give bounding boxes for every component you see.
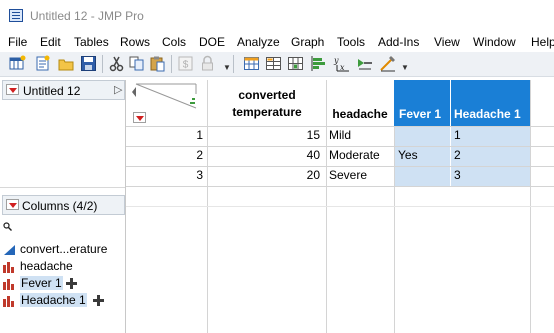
toolbar-separator xyxy=(171,55,172,73)
menu-graph[interactable]: Graph xyxy=(291,35,324,49)
panel-separator xyxy=(0,187,125,188)
red-triangle-menu-icon[interactable] xyxy=(6,199,19,210)
toolbar-separator xyxy=(233,55,234,73)
panel-collapse-icon[interactable]: ▷ xyxy=(114,83,122,96)
column-header-headache-1[interactable]: Headache 1 xyxy=(450,80,530,126)
column-header-converted-temperature[interactable]: converted temperature xyxy=(208,88,326,119)
cell-headache-1[interactable]: 1 xyxy=(454,128,528,142)
columns-count-label: Columns (4/2) xyxy=(22,199,98,213)
svg-text:y: y xyxy=(333,56,339,65)
title-bar: Untitled 12 - JMP Pro xyxy=(0,0,554,32)
grid-line xyxy=(394,126,395,333)
menu-bar: File Edit Tables Rows Cols DOE Analyze G… xyxy=(0,32,554,52)
menu-view[interactable]: View xyxy=(434,35,460,49)
nominal-icon xyxy=(3,279,14,290)
row-number[interactable]: 3 xyxy=(126,168,203,182)
column-search-field[interactable] xyxy=(3,219,123,233)
data-table-view-icon[interactable] xyxy=(243,55,260,72)
menu-help[interactable]: Help xyxy=(531,35,554,49)
menu-add-ins[interactable]: Add-Ins xyxy=(378,35,419,49)
grid-line xyxy=(126,186,554,187)
red-triangle-menu-icon[interactable] xyxy=(6,84,19,95)
table-name: Untitled 12 xyxy=(23,84,81,98)
column-label: Headache 1 xyxy=(20,293,87,307)
header-label: Fever 1 xyxy=(399,107,442,121)
row-number[interactable]: 1 xyxy=(126,128,203,142)
nominal-icon xyxy=(3,296,14,307)
column-list-item[interactable]: headache xyxy=(3,259,121,275)
grid-corner[interactable] xyxy=(126,80,207,126)
cut-icon[interactable] xyxy=(108,55,125,72)
run-script-icon: $ xyxy=(177,55,194,72)
move-cursor-icon xyxy=(66,278,77,289)
continuous-icon xyxy=(4,245,15,255)
grid-line xyxy=(126,146,554,147)
toolbar: $ ▼ yx ▼ xyxy=(0,52,554,77)
search-icon xyxy=(3,222,12,231)
column-list-item[interactable]: convert...erature xyxy=(3,242,121,258)
red-triangle-menu-icon[interactable] xyxy=(133,112,146,123)
cell-fever-1[interactable]: Yes xyxy=(398,148,448,162)
header-line: converted xyxy=(238,88,296,102)
columns-panel-header[interactable]: Columns (4/2) xyxy=(2,195,125,215)
svg-text:$: $ xyxy=(183,60,189,71)
cell-converted-temperature[interactable]: 15 xyxy=(208,128,320,142)
chevron-down-icon[interactable]: ▼ xyxy=(401,63,409,72)
menu-tables[interactable]: Tables xyxy=(74,35,109,49)
grid-line xyxy=(126,126,554,127)
cell-headache[interactable]: Severe xyxy=(329,168,393,182)
paste-icon[interactable] xyxy=(149,55,166,72)
lock-icon xyxy=(199,55,216,72)
cell-headache-1[interactable]: 2 xyxy=(454,148,528,162)
graph-builder-icon[interactable] xyxy=(379,55,396,72)
row-number[interactable]: 2 xyxy=(126,148,203,162)
header-line: temperature xyxy=(232,105,302,119)
data-grid: converted temperature headache Fever 1 H… xyxy=(126,80,554,333)
menu-rows[interactable]: Rows xyxy=(120,35,150,49)
copy-icon[interactable] xyxy=(128,55,145,72)
window-title: Untitled 12 - JMP Pro xyxy=(30,9,144,23)
toolbar-separator xyxy=(102,55,103,73)
cell-headache[interactable]: Mild xyxy=(329,128,393,142)
cell-headache[interactable]: Moderate xyxy=(329,148,393,162)
column-label: headache xyxy=(20,259,73,273)
menu-analyze[interactable]: Analyze xyxy=(237,35,280,49)
column-list-item[interactable]: Headache 1 xyxy=(3,293,121,309)
save-icon[interactable] xyxy=(80,55,97,72)
nominal-icon xyxy=(3,262,14,273)
cell-converted-temperature[interactable]: 40 xyxy=(208,148,320,162)
chevron-down-icon[interactable]: ▼ xyxy=(223,63,231,72)
menu-tools[interactable]: Tools xyxy=(337,35,365,49)
jmp-table-icon xyxy=(9,9,23,22)
table-panel-header[interactable]: Untitled 12 ▷ xyxy=(2,80,125,100)
column-header-headache[interactable]: headache xyxy=(326,107,394,121)
menu-cols[interactable]: Cols xyxy=(162,35,186,49)
column-label: Fever 1 xyxy=(20,276,63,290)
cell-converted-temperature[interactable]: 20 xyxy=(208,168,320,182)
menu-window[interactable]: Window xyxy=(473,35,516,49)
column-label: convert...erature xyxy=(20,242,108,256)
distribution-icon[interactable] xyxy=(310,55,327,72)
tabulate-icon[interactable] xyxy=(287,55,304,72)
fit-y-by-x-icon[interactable]: yx xyxy=(333,55,350,72)
column-list-item[interactable]: Fever 1 xyxy=(3,276,121,292)
menu-doe[interactable]: DOE xyxy=(199,35,225,49)
new-script-icon[interactable] xyxy=(34,55,51,72)
grid-line xyxy=(126,206,554,207)
column-header-fever-1[interactable]: Fever 1 xyxy=(394,80,450,126)
menu-file[interactable]: File xyxy=(8,35,27,49)
open-folder-icon[interactable] xyxy=(58,55,75,72)
header-label: Headache 1 xyxy=(454,107,521,121)
fit-model-icon[interactable] xyxy=(356,55,373,72)
menu-edit[interactable]: Edit xyxy=(40,35,61,49)
new-data-table-icon[interactable] xyxy=(9,55,26,72)
move-cursor-icon xyxy=(93,295,104,306)
cell-headache-1[interactable]: 3 xyxy=(454,168,528,182)
summary-table-icon[interactable] xyxy=(265,55,282,72)
grid-line xyxy=(126,166,554,167)
